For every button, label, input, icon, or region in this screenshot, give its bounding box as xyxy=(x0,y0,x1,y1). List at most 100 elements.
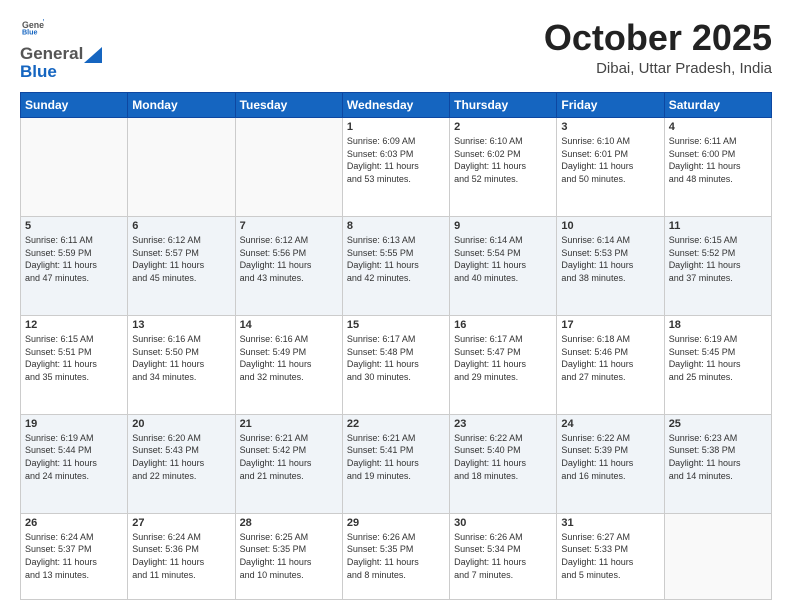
cell-info: Sunrise: 6:18 AM Sunset: 5:46 PM Dayligh… xyxy=(561,333,659,383)
calendar-cell: 26 Sunrise: 6:24 AM Sunset: 5:37 PM Dayli… xyxy=(21,513,128,599)
calendar-cell: 21Sunrise: 6:21 AM Sunset: 5:42 PM Dayli… xyxy=(235,414,342,513)
day-number: 14 xyxy=(240,319,338,331)
cell-info: Sunrise: 6:14 AM Sunset: 5:54 PM Dayligh… xyxy=(454,234,552,284)
calendar-day-header: Friday xyxy=(557,93,664,118)
calendar-cell: 29Sunrise: 6:26 AM Sunset: 5:35 PM Dayli… xyxy=(342,513,449,599)
cell-info: Sunrise: 6:10 AM Sunset: 6:01 PM Dayligh… xyxy=(561,135,659,185)
cell-info: Sunrise: 6:22 AM Sunset: 5:39 PM Dayligh… xyxy=(561,432,659,482)
logo-blue: Blue xyxy=(20,62,57,82)
calendar-cell xyxy=(235,118,342,217)
day-number: 9 xyxy=(454,220,552,232)
calendar-cell: 2 Sunrise: 6:10 AM Sunset: 6:02 PM Daylig… xyxy=(450,118,557,217)
cell-info: Sunrise: 6:10 AM Sunset: 6:02 PM Dayligh… xyxy=(454,135,552,185)
calendar-cell: 24 Sunrise: 6:22 AM Sunset: 5:39 PM Dayli… xyxy=(557,414,664,513)
cell-info: Sunrise: 6:15 AM Sunset: 5:52 PM Dayligh… xyxy=(669,234,767,284)
day-number: 20 xyxy=(132,418,230,430)
header: General Blue General Blue October 2025 D… xyxy=(20,18,772,82)
cell-info: Sunrise: 6:19 AM Sunset: 5:45 PM Dayligh… xyxy=(669,333,767,383)
day-number: 2 xyxy=(454,121,552,133)
day-number: 19 xyxy=(25,418,123,430)
day-number: 30 xyxy=(454,517,552,529)
day-number: 3 xyxy=(561,121,659,133)
day-number: 31 xyxy=(561,517,659,529)
calendar-cell: 1 Sunrise: 6:09 AM Sunset: 6:03 PM Daylig… xyxy=(342,118,449,217)
calendar-cell: 7Sunrise: 6:12 AM Sunset: 5:56 PM Daylig… xyxy=(235,216,342,315)
calendar-week-row: 19Sunrise: 6:19 AM Sunset: 5:44 PM Dayli… xyxy=(21,414,772,513)
day-number: 10 xyxy=(561,220,659,232)
cell-info: Sunrise: 6:20 AM Sunset: 5:43 PM Dayligh… xyxy=(132,432,230,482)
calendar-week-row: 1 Sunrise: 6:09 AM Sunset: 6:03 PM Daylig… xyxy=(21,118,772,217)
day-number: 24 xyxy=(561,418,659,430)
calendar-cell xyxy=(664,513,771,599)
day-number: 26 xyxy=(25,517,123,529)
cell-info: Sunrise: 6:09 AM Sunset: 6:03 PM Dayligh… xyxy=(347,135,445,185)
calendar-cell: 27Sunrise: 6:24 AM Sunset: 5:36 PM Dayli… xyxy=(128,513,235,599)
calendar-cell: 28Sunrise: 6:25 AM Sunset: 5:35 PM Dayli… xyxy=(235,513,342,599)
location: Dibai, Uttar Pradesh, India xyxy=(544,60,772,77)
calendar-day-header: Saturday xyxy=(664,93,771,118)
calendar-day-header: Sunday xyxy=(21,93,128,118)
day-number: 21 xyxy=(240,418,338,430)
calendar-cell: 9 Sunrise: 6:14 AM Sunset: 5:54 PM Daylig… xyxy=(450,216,557,315)
logo-triangle-icon xyxy=(84,47,102,63)
day-number: 23 xyxy=(454,418,552,430)
cell-info: Sunrise: 6:11 AM Sunset: 5:59 PM Dayligh… xyxy=(25,234,123,284)
calendar-cell: 16 Sunrise: 6:17 AM Sunset: 5:47 PM Dayli… xyxy=(450,315,557,414)
day-number: 22 xyxy=(347,418,445,430)
cell-info: Sunrise: 6:14 AM Sunset: 5:53 PM Dayligh… xyxy=(561,234,659,284)
day-number: 25 xyxy=(669,418,767,430)
calendar-cell: 22Sunrise: 6:21 AM Sunset: 5:41 PM Dayli… xyxy=(342,414,449,513)
day-number: 13 xyxy=(132,319,230,331)
day-number: 5 xyxy=(25,220,123,232)
logo-general: General xyxy=(20,44,83,64)
day-number: 15 xyxy=(347,319,445,331)
month-title: October 2025 xyxy=(544,18,772,58)
calendar-cell xyxy=(21,118,128,217)
calendar-cell: 25 Sunrise: 6:23 AM Sunset: 5:38 PM Dayli… xyxy=(664,414,771,513)
cell-info: Sunrise: 6:23 AM Sunset: 5:38 PM Dayligh… xyxy=(669,432,767,482)
calendar-cell: 12 Sunrise: 6:15 AM Sunset: 5:51 PM Dayli… xyxy=(21,315,128,414)
cell-info: Sunrise: 6:26 AM Sunset: 5:34 PM Dayligh… xyxy=(454,531,552,581)
calendar-week-row: 26 Sunrise: 6:24 AM Sunset: 5:37 PM Dayli… xyxy=(21,513,772,599)
cell-info: Sunrise: 6:16 AM Sunset: 5:49 PM Dayligh… xyxy=(240,333,338,383)
cell-info: Sunrise: 6:26 AM Sunset: 5:35 PM Dayligh… xyxy=(347,531,445,581)
cell-info: Sunrise: 6:16 AM Sunset: 5:50 PM Dayligh… xyxy=(132,333,230,383)
day-number: 8 xyxy=(347,220,445,232)
cell-info: Sunrise: 6:12 AM Sunset: 5:57 PM Dayligh… xyxy=(132,234,230,284)
cell-info: Sunrise: 6:27 AM Sunset: 5:33 PM Dayligh… xyxy=(561,531,659,581)
calendar-day-header: Monday xyxy=(128,93,235,118)
calendar-cell: 4Sunrise: 6:11 AM Sunset: 6:00 PM Daylig… xyxy=(664,118,771,217)
calendar-cell: 18Sunrise: 6:19 AM Sunset: 5:45 PM Dayli… xyxy=(664,315,771,414)
day-number: 1 xyxy=(347,121,445,133)
calendar-cell: 17 Sunrise: 6:18 AM Sunset: 5:46 PM Dayli… xyxy=(557,315,664,414)
page: General Blue General Blue October 2025 D… xyxy=(0,0,792,612)
calendar-cell: 19Sunrise: 6:19 AM Sunset: 5:44 PM Dayli… xyxy=(21,414,128,513)
cell-info: Sunrise: 6:24 AM Sunset: 5:37 PM Dayligh… xyxy=(25,531,123,581)
calendar-cell: 15 Sunrise: 6:17 AM Sunset: 5:48 PM Dayli… xyxy=(342,315,449,414)
day-number: 17 xyxy=(561,319,659,331)
calendar-cell xyxy=(128,118,235,217)
calendar-week-row: 5 Sunrise: 6:11 AM Sunset: 5:59 PM Daylig… xyxy=(21,216,772,315)
calendar-cell: 11Sunrise: 6:15 AM Sunset: 5:52 PM Dayli… xyxy=(664,216,771,315)
cell-info: Sunrise: 6:12 AM Sunset: 5:56 PM Dayligh… xyxy=(240,234,338,284)
cell-info: Sunrise: 6:15 AM Sunset: 5:51 PM Dayligh… xyxy=(25,333,123,383)
calendar-week-row: 12 Sunrise: 6:15 AM Sunset: 5:51 PM Dayli… xyxy=(21,315,772,414)
calendar-cell: 14 Sunrise: 6:16 AM Sunset: 5:49 PM Dayli… xyxy=(235,315,342,414)
day-number: 16 xyxy=(454,319,552,331)
day-number: 12 xyxy=(25,319,123,331)
calendar-cell: 6Sunrise: 6:12 AM Sunset: 5:57 PM Daylig… xyxy=(128,216,235,315)
cell-info: Sunrise: 6:22 AM Sunset: 5:40 PM Dayligh… xyxy=(454,432,552,482)
calendar-cell: 10 Sunrise: 6:14 AM Sunset: 5:53 PM Dayli… xyxy=(557,216,664,315)
cell-info: Sunrise: 6:17 AM Sunset: 5:47 PM Dayligh… xyxy=(454,333,552,383)
calendar-day-header: Thursday xyxy=(450,93,557,118)
calendar-cell: 5 Sunrise: 6:11 AM Sunset: 5:59 PM Daylig… xyxy=(21,216,128,315)
calendar-cell: 13 Sunrise: 6:16 AM Sunset: 5:50 PM Dayli… xyxy=(128,315,235,414)
calendar-cell: 3 Sunrise: 6:10 AM Sunset: 6:01 PM Daylig… xyxy=(557,118,664,217)
calendar-cell: 8Sunrise: 6:13 AM Sunset: 5:55 PM Daylig… xyxy=(342,216,449,315)
cell-info: Sunrise: 6:24 AM Sunset: 5:36 PM Dayligh… xyxy=(132,531,230,581)
cell-info: Sunrise: 6:17 AM Sunset: 5:48 PM Dayligh… xyxy=(347,333,445,383)
cell-info: Sunrise: 6:11 AM Sunset: 6:00 PM Dayligh… xyxy=(669,135,767,185)
calendar-cell: 30 Sunrise: 6:26 AM Sunset: 5:34 PM Dayli… xyxy=(450,513,557,599)
calendar-cell: 31 Sunrise: 6:27 AM Sunset: 5:33 PM Dayli… xyxy=(557,513,664,599)
calendar-cell: 20 Sunrise: 6:20 AM Sunset: 5:43 PM Dayli… xyxy=(128,414,235,513)
